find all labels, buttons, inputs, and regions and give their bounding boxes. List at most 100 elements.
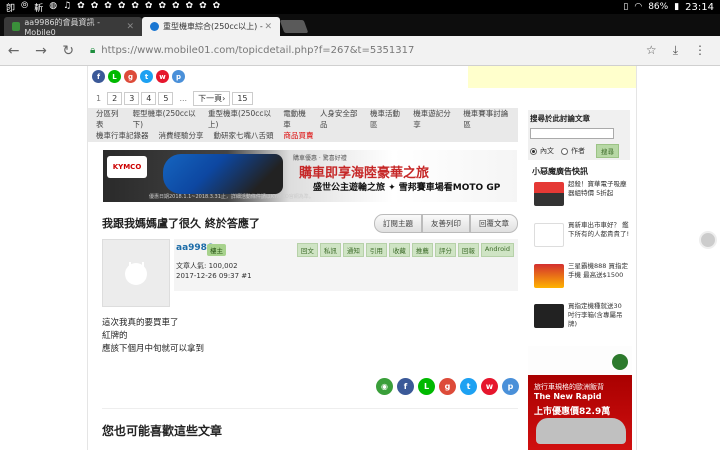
page-link[interactable]: 4 xyxy=(141,92,157,105)
reload-icon[interactable]: ↻ xyxy=(55,43,82,59)
weibo-icon[interactable]: w xyxy=(481,378,498,395)
notification-icon: ✿ xyxy=(90,0,99,11)
content-area: f L g t w p 1 2 3 4 5 ... 下一頁› 15 分區列表 輕… xyxy=(88,66,636,450)
google-plus-icon[interactable]: g xyxy=(439,378,456,395)
kymco-ad-banner[interactable]: KYMCO 購車優惠 · 驚喜好禮 購車即享海陸豪華之旅 盛世公主遊輪之旅 ✦ … xyxy=(103,150,517,202)
page-link[interactable]: 3 xyxy=(124,92,140,105)
bookmark-star-icon[interactable]: ☆ xyxy=(646,43,657,58)
notify-action[interactable]: 通知 xyxy=(342,243,364,257)
skoda-ad[interactable]: 旅行車規格的歐洲飯背 The New Rapid 上市優惠價82.9萬 xyxy=(528,346,632,450)
plurk-icon[interactable]: p xyxy=(172,70,185,83)
post-header: aa9986 樓主 文章人氣: 100,002 2017-12-26 09:37… xyxy=(102,239,518,307)
category-link[interactable]: 機車遊記分享 xyxy=(413,108,453,130)
category-link[interactable]: 機車賽事討論區 xyxy=(463,108,510,130)
line-icon[interactable]: L xyxy=(418,378,435,395)
subscribe-button[interactable]: 訂閱主題 xyxy=(374,213,422,233)
category-link[interactable]: 分區列表 xyxy=(96,108,123,130)
back-icon[interactable]: ← xyxy=(0,43,27,59)
post-line: 紅牌的 xyxy=(102,331,128,341)
category-link[interactable]: 人身安全部品 xyxy=(320,108,360,130)
report-action[interactable]: 回報 xyxy=(457,243,479,257)
reply-button[interactable]: 回覆文章 xyxy=(470,213,518,233)
print-button[interactable]: 友善列印 xyxy=(422,213,470,233)
sidebar-ad[interactable]: 超殺！寶華電子吸塵器組特價 5折起 xyxy=(534,180,634,212)
recommend-action[interactable]: 推薦 xyxy=(411,243,433,257)
category-link[interactable]: 輕型機車(250cc以下) xyxy=(133,108,198,130)
ads-title: 小惡魔廣告快訊 xyxy=(532,167,588,176)
page-link[interactable]: 1 xyxy=(92,93,105,104)
category-link[interactable]: 重型機車(250cc以上) xyxy=(208,108,273,130)
skoda-ad-line: The New Rapid xyxy=(534,392,602,401)
battery-label: 86% xyxy=(648,2,669,12)
category-link[interactable]: 機車活動區 xyxy=(370,108,403,130)
download-icon[interactable]: ⤓ xyxy=(673,43,678,58)
plurk-icon[interactable]: p xyxy=(502,378,519,395)
facebook-icon[interactable]: f xyxy=(92,70,105,83)
chat-icon[interactable]: ◉ xyxy=(376,378,393,395)
ad-thumbnail xyxy=(534,223,564,247)
wifi-icon: ◠ xyxy=(634,2,643,12)
facebook-icon[interactable]: f xyxy=(397,378,414,395)
social-share-bottom: ◉ f L g t w p xyxy=(376,378,519,395)
tab-title: 重型機車綜合(250cc以上) - xyxy=(163,22,263,31)
page-link[interactable]: 5 xyxy=(158,92,174,105)
sidebar-ad[interactable]: 買指定機種就送30 吋行李箱(含專屬吊牌) xyxy=(534,302,634,334)
notification-icon: ✿ xyxy=(172,0,180,11)
system-status: ▯ ◠ 86% ▮ 23:14 xyxy=(623,2,720,13)
banner-subline: 盛世公主遊輪之旅 ✦ 雪邦賽車場看MOTO GP xyxy=(313,183,501,193)
twitter-icon[interactable]: t xyxy=(460,378,477,395)
next-page-link[interactable]: 下一頁› xyxy=(193,91,231,106)
notification-icon: ♫ xyxy=(63,0,72,11)
post-title-row: 我跟我媽媽盧了很久 終於答應了 訂閱主題 友善列印 回覆文章 xyxy=(102,212,518,234)
view-count: 文章人氣: 100,002 xyxy=(176,262,238,270)
reply-action[interactable]: 回文 xyxy=(296,243,318,257)
category-link[interactable]: 動研家七嘴八舌頭 xyxy=(214,130,274,141)
quote-action[interactable]: 引用 xyxy=(365,243,387,257)
ad-thumbnail xyxy=(534,264,564,288)
rate-action[interactable]: 評分 xyxy=(434,243,456,257)
category-link-marketplace[interactable]: 商品買賣 xyxy=(284,130,314,141)
url-text: https://www.mobile01.com/topicdetail.php… xyxy=(101,45,415,56)
floating-assist-button[interactable] xyxy=(699,231,717,249)
notification-icon: ✿ xyxy=(199,0,207,11)
notification-icon: ✿ xyxy=(144,0,153,11)
new-tab-button[interactable] xyxy=(279,20,309,33)
search-input[interactable] xyxy=(530,128,614,139)
skoda-logo-icon xyxy=(612,354,628,370)
favicon-icon xyxy=(12,22,21,31)
address-bar[interactable]: 🔒︎ https://www.mobile01.com/topicdetail.… xyxy=(90,40,646,62)
page-link[interactable]: 2 xyxy=(107,92,123,105)
radio-author-label: 作者 xyxy=(571,147,585,155)
radio-content[interactable] xyxy=(530,147,537,155)
pagination-ellipsis: ... xyxy=(179,94,188,103)
tab-member-info[interactable]: aa9986的會員資訊 - Mobile0 ✕ xyxy=(4,17,142,37)
avatar[interactable] xyxy=(102,239,170,307)
tab-heavy-motorcycle[interactable]: 重型機車綜合(250cc以上) - ✕ xyxy=(142,17,280,36)
weibo-icon[interactable]: w xyxy=(156,70,169,83)
radio-author[interactable] xyxy=(561,147,568,155)
google-plus-icon[interactable]: g xyxy=(124,70,137,83)
twitter-icon[interactable]: t xyxy=(140,70,153,83)
ad-text: 超殺！寶華電子吸塵器組特價 5折起 xyxy=(568,180,627,197)
lock-icon: 🔒︎ xyxy=(89,45,96,56)
close-icon[interactable]: ✕ xyxy=(126,22,134,32)
forward-icon[interactable]: → xyxy=(27,43,54,59)
dual-sim-icon: ▯ xyxy=(623,2,629,12)
favorite-action[interactable]: 收藏 xyxy=(388,243,410,257)
post-datetime: 2017-12-26 09:37 #1 xyxy=(176,272,252,280)
line-icon[interactable]: L xyxy=(108,70,121,83)
message-action[interactable]: 私訊 xyxy=(319,243,341,257)
close-icon[interactable]: ✕ xyxy=(264,22,272,32)
post-actions: 回文 私訊 通知 引用 收藏 推薦 評分 回報 Android xyxy=(296,243,514,257)
sidebar-ad[interactable]: 三星霸機888 買指定手機 最高送$1500 xyxy=(534,262,634,294)
category-link[interactable]: 機車行車記錄器 xyxy=(96,130,149,141)
menu-icon[interactable]: ⋮ xyxy=(694,43,706,58)
search-button[interactable]: 搜尋 xyxy=(596,144,619,158)
category-link[interactable]: 電動機車 xyxy=(283,108,310,130)
android-action[interactable]: Android xyxy=(480,243,514,257)
category-link[interactable]: 消費經驗分享 xyxy=(159,130,204,141)
default-avatar-icon xyxy=(125,262,147,285)
last-page-link[interactable]: 15 xyxy=(232,92,253,105)
skoda-ad-line: 上市優惠價82.9萬 xyxy=(534,407,611,417)
sidebar-ad[interactable]: 買新車出市車好？ 鑑下所有的人都貴貴了! xyxy=(534,221,634,253)
